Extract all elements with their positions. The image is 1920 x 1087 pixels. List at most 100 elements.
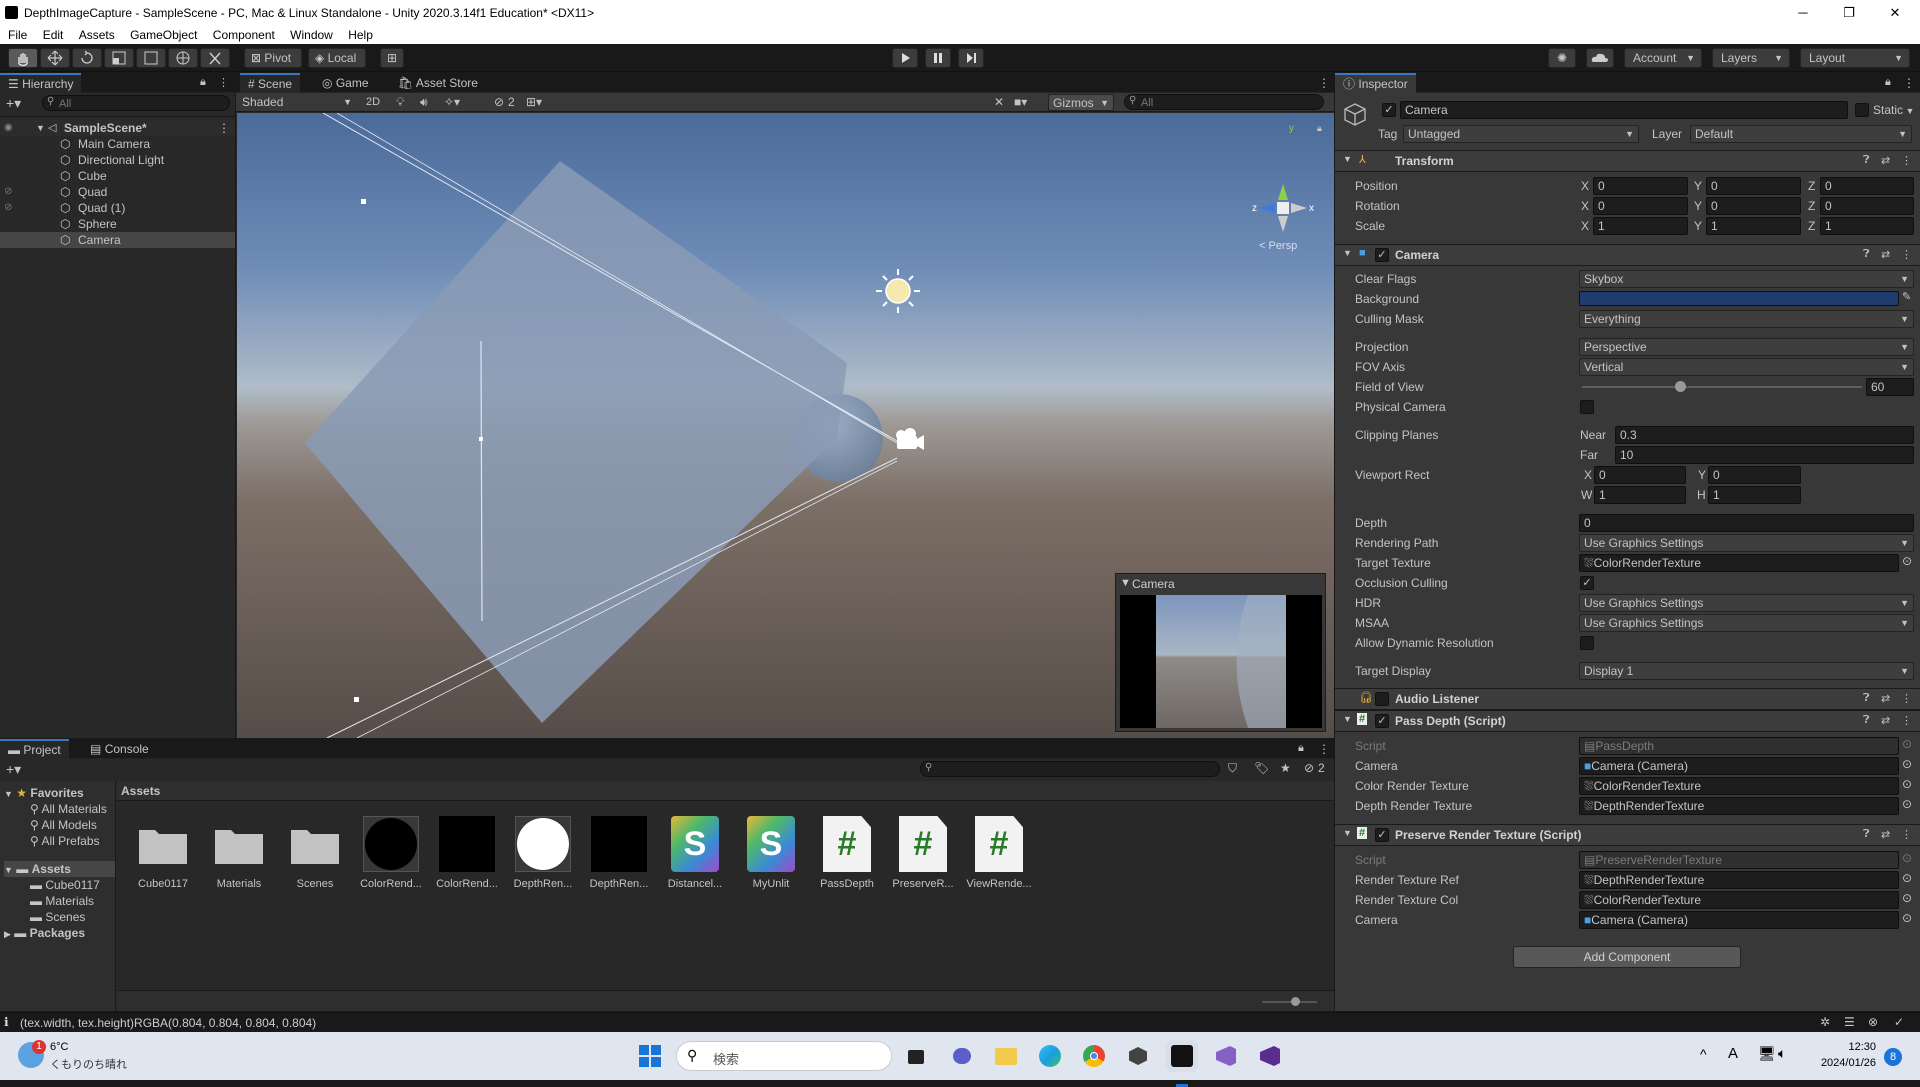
packages-node[interactable]: ▶ ▬ Packages (4, 925, 85, 941)
fov-input[interactable]: 60 (1866, 378, 1914, 396)
depth-rt-field[interactable]: ⛆DepthRenderTexture (1579, 797, 1899, 815)
audio-listener-checkbox[interactable] (1375, 692, 1389, 706)
menu-assets[interactable]: Assets (79, 28, 115, 42)
tab-asset-store[interactable]: 🛍︎ Asset Store (390, 73, 486, 93)
visual-studio-2-icon[interactable] (1254, 1040, 1286, 1072)
help-icon[interactable]: ❓︎ (1863, 154, 1870, 167)
debug-mode-icon[interactable]: ✓ (1894, 1015, 1904, 1029)
help-icon[interactable]: ❓︎ (1863, 828, 1870, 841)
menu-component[interactable]: Component (213, 28, 275, 42)
perspective-label[interactable]: < Persp (1259, 240, 1297, 252)
component-menu-icon[interactable]: ⋮ (1901, 828, 1912, 841)
tab-game[interactable]: ◎ Game (314, 73, 377, 93)
asset-item-render-texture[interactable]: ColorRend... (356, 812, 426, 902)
tab-project[interactable]: ▬ Project (0, 739, 69, 759)
grid-toggle-icon[interactable]: ⊞▾ (526, 95, 542, 109)
expand-arrow-icon[interactable]: ▼ (36, 120, 45, 136)
teams-chat-icon[interactable] (946, 1040, 978, 1072)
pass-depth-component-header[interactable]: ▼ # ✓ Pass Depth (Script) ❓︎ ⇄ ⋮ (1335, 710, 1920, 732)
dynamic-resolution-checkbox[interactable] (1580, 636, 1594, 650)
favorite-item[interactable]: ⚲ All Prefabs (30, 833, 100, 849)
clock-date[interactable]: 2024/01/26 (1812, 1057, 1876, 1069)
volume-icon[interactable]: 🔈︎ (1778, 1045, 1786, 1062)
hidden-eye-icon[interactable]: ⊘ (4, 184, 12, 200)
thumbnail-size-slider[interactable] (1262, 1001, 1317, 1003)
hand-tool-button[interactable] (8, 48, 38, 68)
grid-snap-button[interactable]: ⊞ (380, 48, 404, 68)
scene-search-input[interactable]: All (1124, 94, 1324, 110)
viewport-h-input[interactable]: 1 (1708, 486, 1801, 504)
tag-dropdown[interactable]: Untagged ▼ (1403, 125, 1639, 143)
weather-temp[interactable]: 6°C (50, 1041, 68, 1053)
transform-y-input[interactable]: 1 (1706, 217, 1801, 235)
kebab-menu-icon[interactable]: ⋮ (1318, 76, 1330, 90)
tools-icon[interactable]: ✕ (994, 95, 1004, 109)
asset-item-script[interactable]: # PreserveR... (888, 812, 958, 902)
list-item[interactable]: ⬡ Main Camera (0, 136, 235, 152)
msaa-dropdown[interactable]: Use Graphics Settings ▼ (1579, 614, 1914, 632)
object-name-input[interactable]: Camera (1400, 101, 1848, 119)
presets-icon[interactable]: ⇄ (1881, 692, 1890, 705)
layer-dropdown[interactable]: Default ▼ (1690, 125, 1912, 143)
object-picker-icon[interactable]: ⊙ (1902, 797, 1912, 811)
hidden-packages-icon[interactable]: ⊘ (1304, 761, 1314, 775)
step-button[interactable] (958, 48, 984, 68)
tab-scene[interactable]: # Scene (240, 73, 301, 93)
kebab-menu-icon[interactable]: ⋮ (1318, 742, 1330, 756)
chrome-browser-icon[interactable] (1078, 1040, 1110, 1072)
rt-col-field[interactable]: ⛆ColorRenderTexture (1579, 891, 1899, 909)
occlusion-culling-checkbox[interactable]: ✓ (1580, 576, 1594, 590)
weather-desc[interactable]: くもりのち晴れ (50, 1056, 127, 1072)
breadcrumb-assets[interactable]: Assets (121, 784, 160, 798)
scene-menu-icon[interactable]: ⋮ (218, 120, 230, 136)
local-toggle[interactable]: ◈ Local (308, 48, 366, 68)
fov-slider-track[interactable] (1582, 386, 1862, 388)
asset-item-render-texture[interactable]: DepthRen... (584, 812, 654, 902)
network-icon[interactable]: 🖥︎ (1758, 1045, 1776, 1062)
lock-icon[interactable]: 🔒︎ (200, 76, 206, 89)
fov-axis-dropdown[interactable]: Vertical ▼ (1579, 358, 1914, 376)
physical-camera-checkbox[interactable] (1580, 400, 1594, 414)
cache-server-icon[interactable]: ☰ (1844, 1015, 1855, 1029)
minimize-button[interactable]: ─ (1780, 0, 1826, 26)
list-item[interactable]: ⊘ ⬡ Quad (1) (0, 200, 235, 216)
transform-y-input[interactable]: 0 (1706, 197, 1801, 215)
help-icon[interactable]: ❓︎ (1863, 714, 1870, 727)
background-color-swatch[interactable] (1579, 291, 1899, 306)
favorite-star-icon[interactable]: ★ (1280, 761, 1291, 775)
asset-item-script[interactable]: # PassDepth (812, 812, 882, 902)
rotate-tool-button[interactable] (72, 48, 102, 68)
lock-icon[interactable]: 🔒︎ (1885, 76, 1891, 89)
presets-icon[interactable]: ⇄ (1881, 714, 1890, 727)
asset-item-shader[interactable]: S Distancel... (660, 812, 730, 902)
menu-file[interactable]: File (8, 28, 27, 42)
asset-item-render-texture[interactable]: DepthRen... (508, 812, 578, 902)
transform-x-input[interactable]: 1 (1593, 217, 1688, 235)
fov-slider-handle[interactable] (1675, 381, 1686, 392)
folder-item[interactable]: ▬ Scenes (30, 909, 85, 925)
active-checkbox[interactable]: ✓ (1382, 103, 1396, 117)
viewport-y-input[interactable]: 0 (1708, 466, 1801, 484)
depth-input[interactable]: 0 (1579, 514, 1914, 532)
transform-y-input[interactable]: 0 (1706, 177, 1801, 195)
hierarchy-search-input[interactable]: All (42, 95, 230, 111)
task-view-icon[interactable] (900, 1040, 932, 1072)
audio-listener-component-header[interactable]: 🎧︎ Audio Listener ❓︎ ⇄ ⋮ (1335, 688, 1920, 710)
assets-node[interactable]: ▼ ▬ Assets (4, 861, 115, 877)
object-picker-icon[interactable]: ⊙ (1902, 871, 1912, 885)
preview-expand-icon[interactable]: ▼ (1120, 577, 1131, 589)
menu-help[interactable]: Help (348, 28, 373, 42)
list-item-selected[interactable]: ⬡ Camera (0, 232, 235, 248)
menu-edit[interactable]: Edit (43, 28, 64, 42)
presets-icon[interactable]: ⇄ (1881, 248, 1890, 261)
camera-ref-field[interactable]: ■Camera (Camera) (1579, 757, 1899, 775)
component-menu-icon[interactable]: ⋮ (1901, 714, 1912, 727)
close-button[interactable]: ✕ (1872, 0, 1918, 26)
project-search-input[interactable] (920, 761, 1220, 777)
slider-handle[interactable] (1291, 997, 1300, 1006)
menu-gameobject[interactable]: GameObject (130, 28, 197, 42)
audio-toggle-icon[interactable]: 🔊︎ (420, 95, 428, 110)
lighting-toggle-icon[interactable]: 💡︎ (396, 95, 404, 110)
viewport-w-input[interactable]: 1 (1594, 486, 1686, 504)
hidden-objects-icon[interactable]: ⊘ (494, 95, 504, 109)
